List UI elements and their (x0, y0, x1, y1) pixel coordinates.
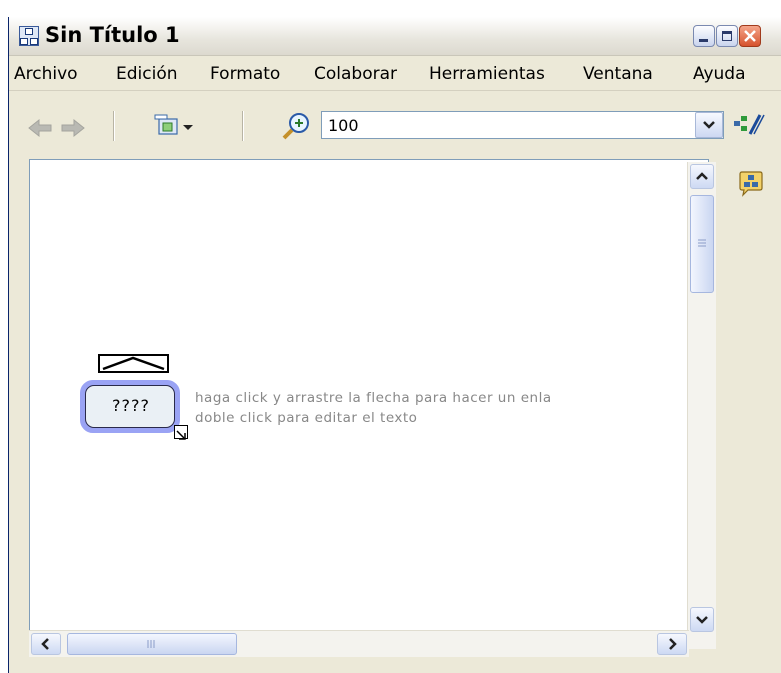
concept-label[interactable]: ???? (86, 396, 176, 415)
window-title: Sin Título 1 (45, 23, 180, 47)
menu-archivo[interactable]: Archivo (14, 64, 78, 84)
chevron-up-icon (696, 172, 708, 180)
menu-ayuda[interactable]: Ayuda (693, 64, 746, 84)
chevron-left-icon (41, 638, 49, 650)
zoom-dropdown-button[interactable] (695, 112, 723, 138)
minimize-icon (699, 39, 708, 42)
maximize-button[interactable] (716, 25, 738, 47)
menu-edicion[interactable]: Edición (116, 64, 178, 84)
toolbar: 100 (9, 91, 781, 157)
concept-map-canvas[interactable]: ???? haga click y arrastre la flecha par… (29, 159, 709, 632)
zoom-input[interactable]: 100 (321, 111, 724, 139)
menu-bar: Archivo Edición Formato Colaborar Herram… (9, 56, 781, 91)
view-mode-icon[interactable] (151, 113, 199, 141)
chevron-down-icon (703, 121, 715, 129)
styles-icon[interactable] (731, 112, 771, 140)
resize-arrow-icon (176, 430, 186, 440)
resize-handle[interactable] (174, 425, 188, 440)
toolbar-separator (242, 111, 244, 141)
concept-box[interactable]: ???? (85, 385, 175, 428)
chevron-right-icon (669, 638, 677, 650)
close-button[interactable] (739, 25, 761, 47)
scroll-left-button[interactable] (31, 633, 61, 655)
back-arrow-icon[interactable] (27, 118, 53, 138)
vertical-scrollbar[interactable] (687, 162, 716, 649)
forward-arrow-icon[interactable] (60, 118, 86, 138)
link-arrow-handle[interactable] (98, 354, 169, 373)
menu-ventana[interactable]: Ventana (583, 64, 653, 84)
vertical-scroll-thumb[interactable] (690, 195, 714, 293)
grip-icon (698, 239, 706, 247)
horizontal-scrollbar[interactable] (29, 630, 689, 657)
scroll-up-button[interactable] (690, 164, 714, 189)
chevron-down-icon (696, 616, 708, 624)
horizontal-scroll-thumb[interactable] (67, 633, 237, 655)
app-window: Sin Título 1 Archivo Edición Formato Col… (8, 17, 781, 673)
app-map-icon (19, 26, 39, 46)
maximize-icon (722, 31, 732, 41)
concept-node[interactable]: ???? (80, 380, 180, 433)
menu-herramientas[interactable]: Herramientas (429, 64, 545, 84)
hint-text-edit: doble click para editar el texto (195, 410, 418, 426)
minimize-button[interactable] (693, 25, 715, 47)
close-icon (744, 30, 756, 42)
zoom-icon[interactable] (281, 112, 315, 142)
hint-text-drag: haga click y arrastre la flecha para hac… (195, 390, 552, 406)
scroll-down-button[interactable] (690, 607, 714, 632)
menu-colaborar[interactable]: Colaborar (314, 64, 397, 84)
toolbar-separator (113, 111, 115, 141)
menu-formato[interactable]: Formato (210, 64, 280, 84)
grip-icon (147, 640, 155, 648)
link-arrow-icon (102, 356, 165, 371)
scroll-right-button[interactable] (657, 633, 687, 655)
chat-concept-icon[interactable] (737, 170, 765, 198)
title-bar[interactable]: Sin Título 1 (9, 17, 781, 56)
